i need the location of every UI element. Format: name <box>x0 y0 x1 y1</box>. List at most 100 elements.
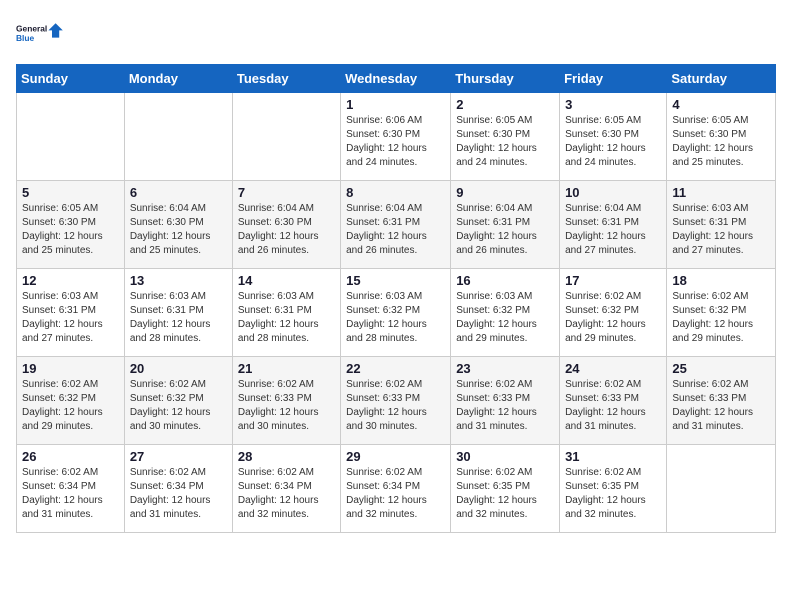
day-number: 9 <box>456 185 554 200</box>
week-row-2: 5 Sunrise: 6:05 AM Sunset: 6:30 PM Daylig… <box>17 181 776 269</box>
calendar-cell: 6 Sunrise: 6:04 AM Sunset: 6:30 PM Daylig… <box>124 181 232 269</box>
day-info: Sunrise: 6:04 AM Sunset: 6:31 PM Dayligh… <box>565 202 661 258</box>
calendar-cell: 28 Sunrise: 6:02 AM Sunset: 6:34 PM Dayli… <box>232 445 340 533</box>
calendar-cell: 20Sunrise: 6:02 AM Sunset: 6:32 PM Dayli… <box>124 357 232 445</box>
day-number: 19 <box>22 361 119 376</box>
day-info: Sunrise: 6:03 AM Sunset: 6:31 PM Dayligh… <box>130 290 227 346</box>
day-number: 6 <box>130 185 227 200</box>
day-info: Sunrise: 6:05 AM Sunset: 6:30 PM Dayligh… <box>565 114 661 170</box>
week-row-1: 1 Sunrise: 6:06 AM Sunset: 6:30 PM Daylig… <box>17 93 776 181</box>
calendar-cell: 26 Sunrise: 6:02 AM Sunset: 6:34 PM Dayli… <box>17 445 125 533</box>
weekday-header-tuesday: Tuesday <box>232 65 340 93</box>
calendar-cell: 2Sunrise: 6:05 AM Sunset: 6:30 PM Daylig… <box>451 93 560 181</box>
week-row-4: 19 Sunrise: 6:02 AM Sunset: 6:32 PM Dayli… <box>17 357 776 445</box>
calendar-cell: 7Sunrise: 6:04 AM Sunset: 6:30 PM Daylig… <box>232 181 340 269</box>
calendar-cell: 5 Sunrise: 6:05 AM Sunset: 6:30 PM Daylig… <box>17 181 125 269</box>
day-number: 21 <box>238 361 335 376</box>
calendar-cell: 10 Sunrise: 6:04 AM Sunset: 6:31 PM Dayli… <box>560 181 667 269</box>
calendar-cell: 21 Sunrise: 6:02 AM Sunset: 6:33 PM Dayli… <box>232 357 340 445</box>
day-number: 22 <box>346 361 445 376</box>
calendar-cell: 18Sunrise: 6:02 AM Sunset: 6:32 PM Dayli… <box>667 269 776 357</box>
day-info: Sunrise: 6:02 AM Sunset: 6:34 PM Dayligh… <box>238 466 335 522</box>
day-info: Sunrise: 6:02 AM Sunset: 6:33 PM Dayligh… <box>346 378 445 434</box>
calendar-cell: 1 Sunrise: 6:06 AM Sunset: 6:30 PM Daylig… <box>341 93 451 181</box>
day-info: Sunrise: 6:02 AM Sunset: 6:35 PM Dayligh… <box>565 466 661 522</box>
weekday-header-row: SundayMondayTuesdayWednesdayThursdayFrid… <box>17 65 776 93</box>
weekday-header-sunday: Sunday <box>17 65 125 93</box>
day-number: 23 <box>456 361 554 376</box>
day-number: 1 <box>346 97 445 112</box>
calendar-cell: 9 Sunrise: 6:04 AM Sunset: 6:31 PM Daylig… <box>451 181 560 269</box>
day-number: 30 <box>456 449 554 464</box>
day-number: 11 <box>672 185 770 200</box>
day-info: Sunrise: 6:02 AM Sunset: 6:33 PM Dayligh… <box>565 378 661 434</box>
day-info: Sunrise: 6:03 AM Sunset: 6:32 PM Dayligh… <box>456 290 554 346</box>
weekday-header-wednesday: Wednesday <box>341 65 451 93</box>
day-number: 3 <box>565 97 661 112</box>
day-number: 14 <box>238 273 335 288</box>
day-info: Sunrise: 6:04 AM Sunset: 6:30 PM Dayligh… <box>130 202 227 258</box>
logo: General Blue <box>16 16 64 52</box>
calendar-cell: 24 Sunrise: 6:02 AM Sunset: 6:33 PM Dayli… <box>560 357 667 445</box>
calendar-cell: 4Sunrise: 6:05 AM Sunset: 6:30 PM Daylig… <box>667 93 776 181</box>
calendar-cell: 25Sunrise: 6:02 AM Sunset: 6:33 PM Dayli… <box>667 357 776 445</box>
weekday-header-thursday: Thursday <box>451 65 560 93</box>
calendar-cell: 13 Sunrise: 6:03 AM Sunset: 6:31 PM Dayli… <box>124 269 232 357</box>
day-info: Sunrise: 6:04 AM Sunset: 6:31 PM Dayligh… <box>346 202 445 258</box>
day-info: Sunrise: 6:02 AM Sunset: 6:33 PM Dayligh… <box>238 378 335 434</box>
day-info: Sunrise: 6:02 AM Sunset: 6:34 PM Dayligh… <box>22 466 119 522</box>
day-info: Sunrise: 6:02 AM Sunset: 6:33 PM Dayligh… <box>672 378 770 434</box>
day-number: 20 <box>130 361 227 376</box>
day-info: Sunrise: 6:02 AM Sunset: 6:33 PM Dayligh… <box>456 378 554 434</box>
day-info: Sunrise: 6:02 AM Sunset: 6:35 PM Dayligh… <box>456 466 554 522</box>
calendar-cell: 12 Sunrise: 6:03 AM Sunset: 6:31 PM Dayli… <box>17 269 125 357</box>
day-number: 17 <box>565 273 661 288</box>
calendar-table: SundayMondayTuesdayWednesdayThursdayFrid… <box>16 64 776 533</box>
weekday-header-monday: Monday <box>124 65 232 93</box>
day-number: 26 <box>22 449 119 464</box>
day-number: 31 <box>565 449 661 464</box>
day-number: 8 <box>346 185 445 200</box>
day-info: Sunrise: 6:04 AM Sunset: 6:31 PM Dayligh… <box>456 202 554 258</box>
page-header: General Blue <box>16 16 776 52</box>
day-number: 13 <box>130 273 227 288</box>
calendar-cell: 16 Sunrise: 6:03 AM Sunset: 6:32 PM Dayli… <box>451 269 560 357</box>
calendar-cell: 27 Sunrise: 6:02 AM Sunset: 6:34 PM Dayli… <box>124 445 232 533</box>
calendar-cell: 17Sunrise: 6:02 AM Sunset: 6:32 PM Dayli… <box>560 269 667 357</box>
day-number: 24 <box>565 361 661 376</box>
day-info: Sunrise: 6:06 AM Sunset: 6:30 PM Dayligh… <box>346 114 445 170</box>
day-number: 16 <box>456 273 554 288</box>
day-info: Sunrise: 6:02 AM Sunset: 6:34 PM Dayligh… <box>130 466 227 522</box>
calendar-cell <box>667 445 776 533</box>
day-info: Sunrise: 6:03 AM Sunset: 6:31 PM Dayligh… <box>672 202 770 258</box>
day-info: Sunrise: 6:03 AM Sunset: 6:31 PM Dayligh… <box>22 290 119 346</box>
day-info: Sunrise: 6:02 AM Sunset: 6:32 PM Dayligh… <box>22 378 119 434</box>
calendar-cell: 30 Sunrise: 6:02 AM Sunset: 6:35 PM Dayli… <box>451 445 560 533</box>
svg-text:General: General <box>16 24 47 34</box>
day-number: 28 <box>238 449 335 464</box>
day-number: 10 <box>565 185 661 200</box>
calendar-cell <box>17 93 125 181</box>
calendar-cell <box>124 93 232 181</box>
calendar-cell: 31 Sunrise: 6:02 AM Sunset: 6:35 PM Dayli… <box>560 445 667 533</box>
calendar-cell: 14Sunrise: 6:03 AM Sunset: 6:31 PM Dayli… <box>232 269 340 357</box>
day-number: 12 <box>22 273 119 288</box>
calendar-cell: 11 Sunrise: 6:03 AM Sunset: 6:31 PM Dayli… <box>667 181 776 269</box>
day-number: 7 <box>238 185 335 200</box>
day-number: 18 <box>672 273 770 288</box>
day-info: Sunrise: 6:05 AM Sunset: 6:30 PM Dayligh… <box>22 202 119 258</box>
calendar-cell: 29Sunrise: 6:02 AM Sunset: 6:34 PM Dayli… <box>341 445 451 533</box>
calendar-cell: 8 Sunrise: 6:04 AM Sunset: 6:31 PM Daylig… <box>341 181 451 269</box>
week-row-5: 26 Sunrise: 6:02 AM Sunset: 6:34 PM Dayli… <box>17 445 776 533</box>
week-row-3: 12 Sunrise: 6:03 AM Sunset: 6:31 PM Dayli… <box>17 269 776 357</box>
calendar-cell: 19 Sunrise: 6:02 AM Sunset: 6:32 PM Dayli… <box>17 357 125 445</box>
svg-text:Blue: Blue <box>16 33 35 43</box>
day-number: 27 <box>130 449 227 464</box>
day-info: Sunrise: 6:05 AM Sunset: 6:30 PM Dayligh… <box>672 114 770 170</box>
calendar-cell: 23 Sunrise: 6:02 AM Sunset: 6:33 PM Dayli… <box>451 357 560 445</box>
logo-svg: General Blue <box>16 16 64 52</box>
day-number: 5 <box>22 185 119 200</box>
weekday-header-saturday: Saturday <box>667 65 776 93</box>
day-number: 2 <box>456 97 554 112</box>
day-info: Sunrise: 6:02 AM Sunset: 6:34 PM Dayligh… <box>346 466 445 522</box>
